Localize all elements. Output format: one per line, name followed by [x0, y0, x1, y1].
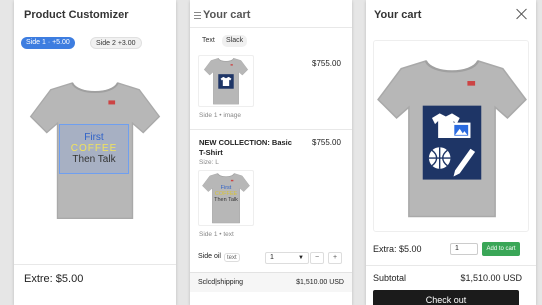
- quantity-value: 1: [270, 254, 274, 261]
- chevron-down-icon: ▼: [298, 255, 304, 261]
- cart-item-2-caption: Side 1 • text: [199, 231, 234, 238]
- side-1-tab[interactable]: Side 1 · +5.00: [21, 37, 75, 49]
- tshirt-icon: [375, 43, 529, 233]
- checkout-button[interactable]: Check out: [373, 290, 519, 305]
- side-1-label: Side 1: [26, 39, 46, 46]
- print-area[interactable]: First COFFEE Then Talk: [59, 124, 129, 174]
- cart-item-1-thumbnail[interactable]: [198, 55, 254, 107]
- thumbnail-print-text: First COFFEE Then Talk: [211, 185, 241, 203]
- quantity-input[interactable]: 1: [450, 243, 478, 255]
- cart-item-2-thumbnail[interactable]: First COFFEE Then Talk: [198, 170, 254, 226]
- cart-item-2-price: $755.00: [312, 138, 341, 147]
- increase-button[interactable]: +: [328, 252, 342, 264]
- divider: [366, 265, 536, 266]
- cart-item-2-name: NEW COLLECTION: Basic T-Shirt: [199, 138, 292, 157]
- side-label: Side oil: [198, 253, 221, 260]
- cart-item-1-caption: Side 1 • image: [199, 112, 242, 119]
- tshirt-icon: [199, 56, 253, 106]
- side-2-price: +3.00: [117, 40, 136, 47]
- print-line-1: First: [84, 132, 104, 143]
- subtotal-value: $1,510.00 USD: [460, 273, 522, 283]
- close-icon[interactable]: [516, 8, 528, 20]
- cart-item-1-price: $755.00: [312, 59, 341, 68]
- customizer-title: Product Customizer: [24, 9, 129, 21]
- product-customizer-panel: Product Customizer Side 1 · +5.00 Side 2…: [14, 0, 176, 305]
- chip-slack[interactable]: Slack: [222, 35, 248, 47]
- print-line-2: COFFEE: [70, 143, 118, 154]
- cart-panel: Your cart Text Slack $755.00 Side 1 • im…: [190, 0, 352, 305]
- quantity-select[interactable]: 1 ▼: [265, 252, 309, 264]
- cart-modal-title: Your cart: [374, 9, 422, 21]
- cart-item-2-size: Size: L: [199, 159, 219, 166]
- cart-summary-bar: Sclcd|shipping $1,510.00 USD: [190, 272, 352, 292]
- product-image: [373, 40, 529, 232]
- summary-label: Sclcd|shipping: [198, 279, 244, 286]
- add-to-cart-button[interactable]: Add to cart: [482, 242, 520, 256]
- chip-text[interactable]: Text: [198, 35, 219, 47]
- decrease-button[interactable]: −: [310, 252, 324, 264]
- divider: [14, 264, 176, 265]
- menu-icon[interactable]: [194, 12, 201, 21]
- cart-modal: Your cart Extra: $5.00 1 Add to cart Sub…: [366, 0, 536, 305]
- extra-price: Extra: $5.00: [373, 244, 422, 254]
- divider: [190, 129, 352, 130]
- cart-title: Your cart: [203, 9, 251, 21]
- extra-price: Extre: $5.00: [24, 273, 84, 285]
- side-2-tab[interactable]: Side 2 +3.00: [90, 37, 142, 49]
- side-2-label: Side 2: [96, 40, 116, 47]
- summary-value: $1,510.00 USD: [296, 279, 344, 286]
- thumbnail-print-line-3: Then Talk: [214, 197, 238, 203]
- subtotal-label: Subtotal: [373, 273, 407, 283]
- side-1-price: +5.00: [52, 39, 70, 46]
- side-type-chip: text: [224, 253, 240, 262]
- print-line-3: Then Talk: [72, 154, 116, 165]
